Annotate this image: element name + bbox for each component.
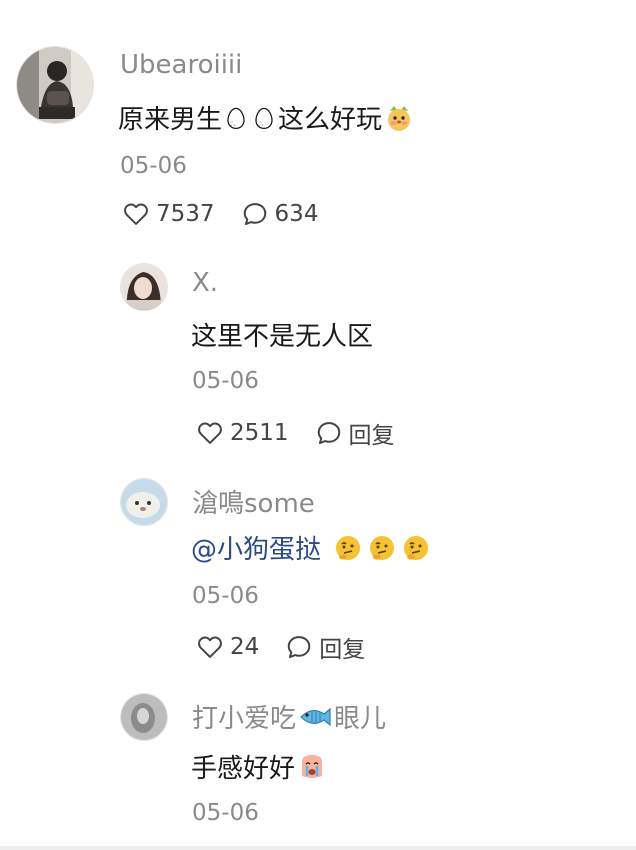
egg-emoji-icon	[255, 107, 273, 129]
reply-item: 滄鳴some @小狗蛋挞 05-06 24 回复	[0, 475, 636, 685]
comment-text: 手感好好	[191, 748, 329, 785]
comment-date: 05-06	[192, 583, 259, 609]
crying-face-emoji-icon	[302, 754, 323, 778]
reply-label: 回复	[319, 637, 366, 663]
comment-date: 05-06	[120, 153, 187, 179]
heart-icon	[196, 419, 224, 447]
heart-icon	[196, 633, 224, 661]
comment-bubble-icon	[285, 633, 313, 661]
comment-actions: 2511 回复	[196, 416, 421, 450]
comment-item: Ubearoiiii 原来男生 这么好玩 05-06 7537 634	[0, 0, 636, 260]
egg-emoji-icon	[227, 107, 245, 129]
dog-face-emoji-icon	[388, 105, 411, 131]
comment-bubble-icon	[241, 200, 269, 228]
reply-button[interactable]: 回复	[315, 416, 395, 450]
fish-emoji-icon	[300, 707, 331, 726]
username-after: 眼儿	[334, 704, 387, 734]
comment-bubble-icon	[315, 419, 343, 447]
comment-text-content: 手感好好	[191, 754, 296, 784]
comment-text-before: 原来男生	[118, 105, 223, 135]
comment-date: 05-06	[192, 800, 259, 826]
like-count: 7537	[156, 201, 215, 227]
thinking-face-emoji-icon	[336, 535, 361, 560]
thinking-face-emoji-icon	[404, 535, 429, 560]
like-count: 2511	[230, 420, 289, 446]
username-before: 打小爱吃	[192, 704, 297, 734]
heart-icon	[122, 200, 150, 228]
bottom-divider	[0, 846, 636, 850]
reply-button[interactable]: 634	[241, 200, 319, 228]
mention-link[interactable]: @小狗蛋挞	[191, 529, 321, 566]
username[interactable]: Ubearoiiii	[120, 50, 242, 80]
reply-label: 回复	[348, 423, 395, 449]
comment-actions: 7537 634	[122, 200, 344, 228]
avatar[interactable]	[120, 478, 168, 526]
thinking-face-emoji-icon	[370, 535, 395, 560]
reply-count: 634	[274, 201, 319, 227]
comment-text: 原来男生 这么好玩	[118, 99, 416, 136]
like-count: 24	[230, 634, 260, 660]
avatar[interactable]	[120, 263, 168, 311]
comment-text: @小狗蛋挞	[191, 529, 433, 566]
username[interactable]: 打小爱吃 眼儿	[192, 698, 386, 735]
like-button[interactable]: 7537	[122, 200, 215, 228]
comment-date: 05-06	[192, 368, 259, 394]
reply-item: 打小爱吃 眼儿 手感好好 05-06	[0, 690, 636, 846]
comment-text: 这里不是无人区	[191, 322, 374, 352]
reply-button[interactable]: 回复	[285, 630, 365, 664]
username[interactable]: 滄鳴some	[192, 483, 315, 520]
avatar[interactable]	[16, 46, 94, 124]
like-button[interactable]: 24	[196, 633, 259, 661]
comment-actions: 24 回复	[196, 630, 391, 664]
username[interactable]: X.	[192, 268, 218, 298]
reply-item: X. 这里不是无人区 05-06 2511 回复	[0, 260, 636, 470]
comment-text-after: 这么好玩	[278, 105, 383, 135]
avatar[interactable]	[120, 693, 168, 741]
like-button[interactable]: 2511	[196, 419, 289, 447]
